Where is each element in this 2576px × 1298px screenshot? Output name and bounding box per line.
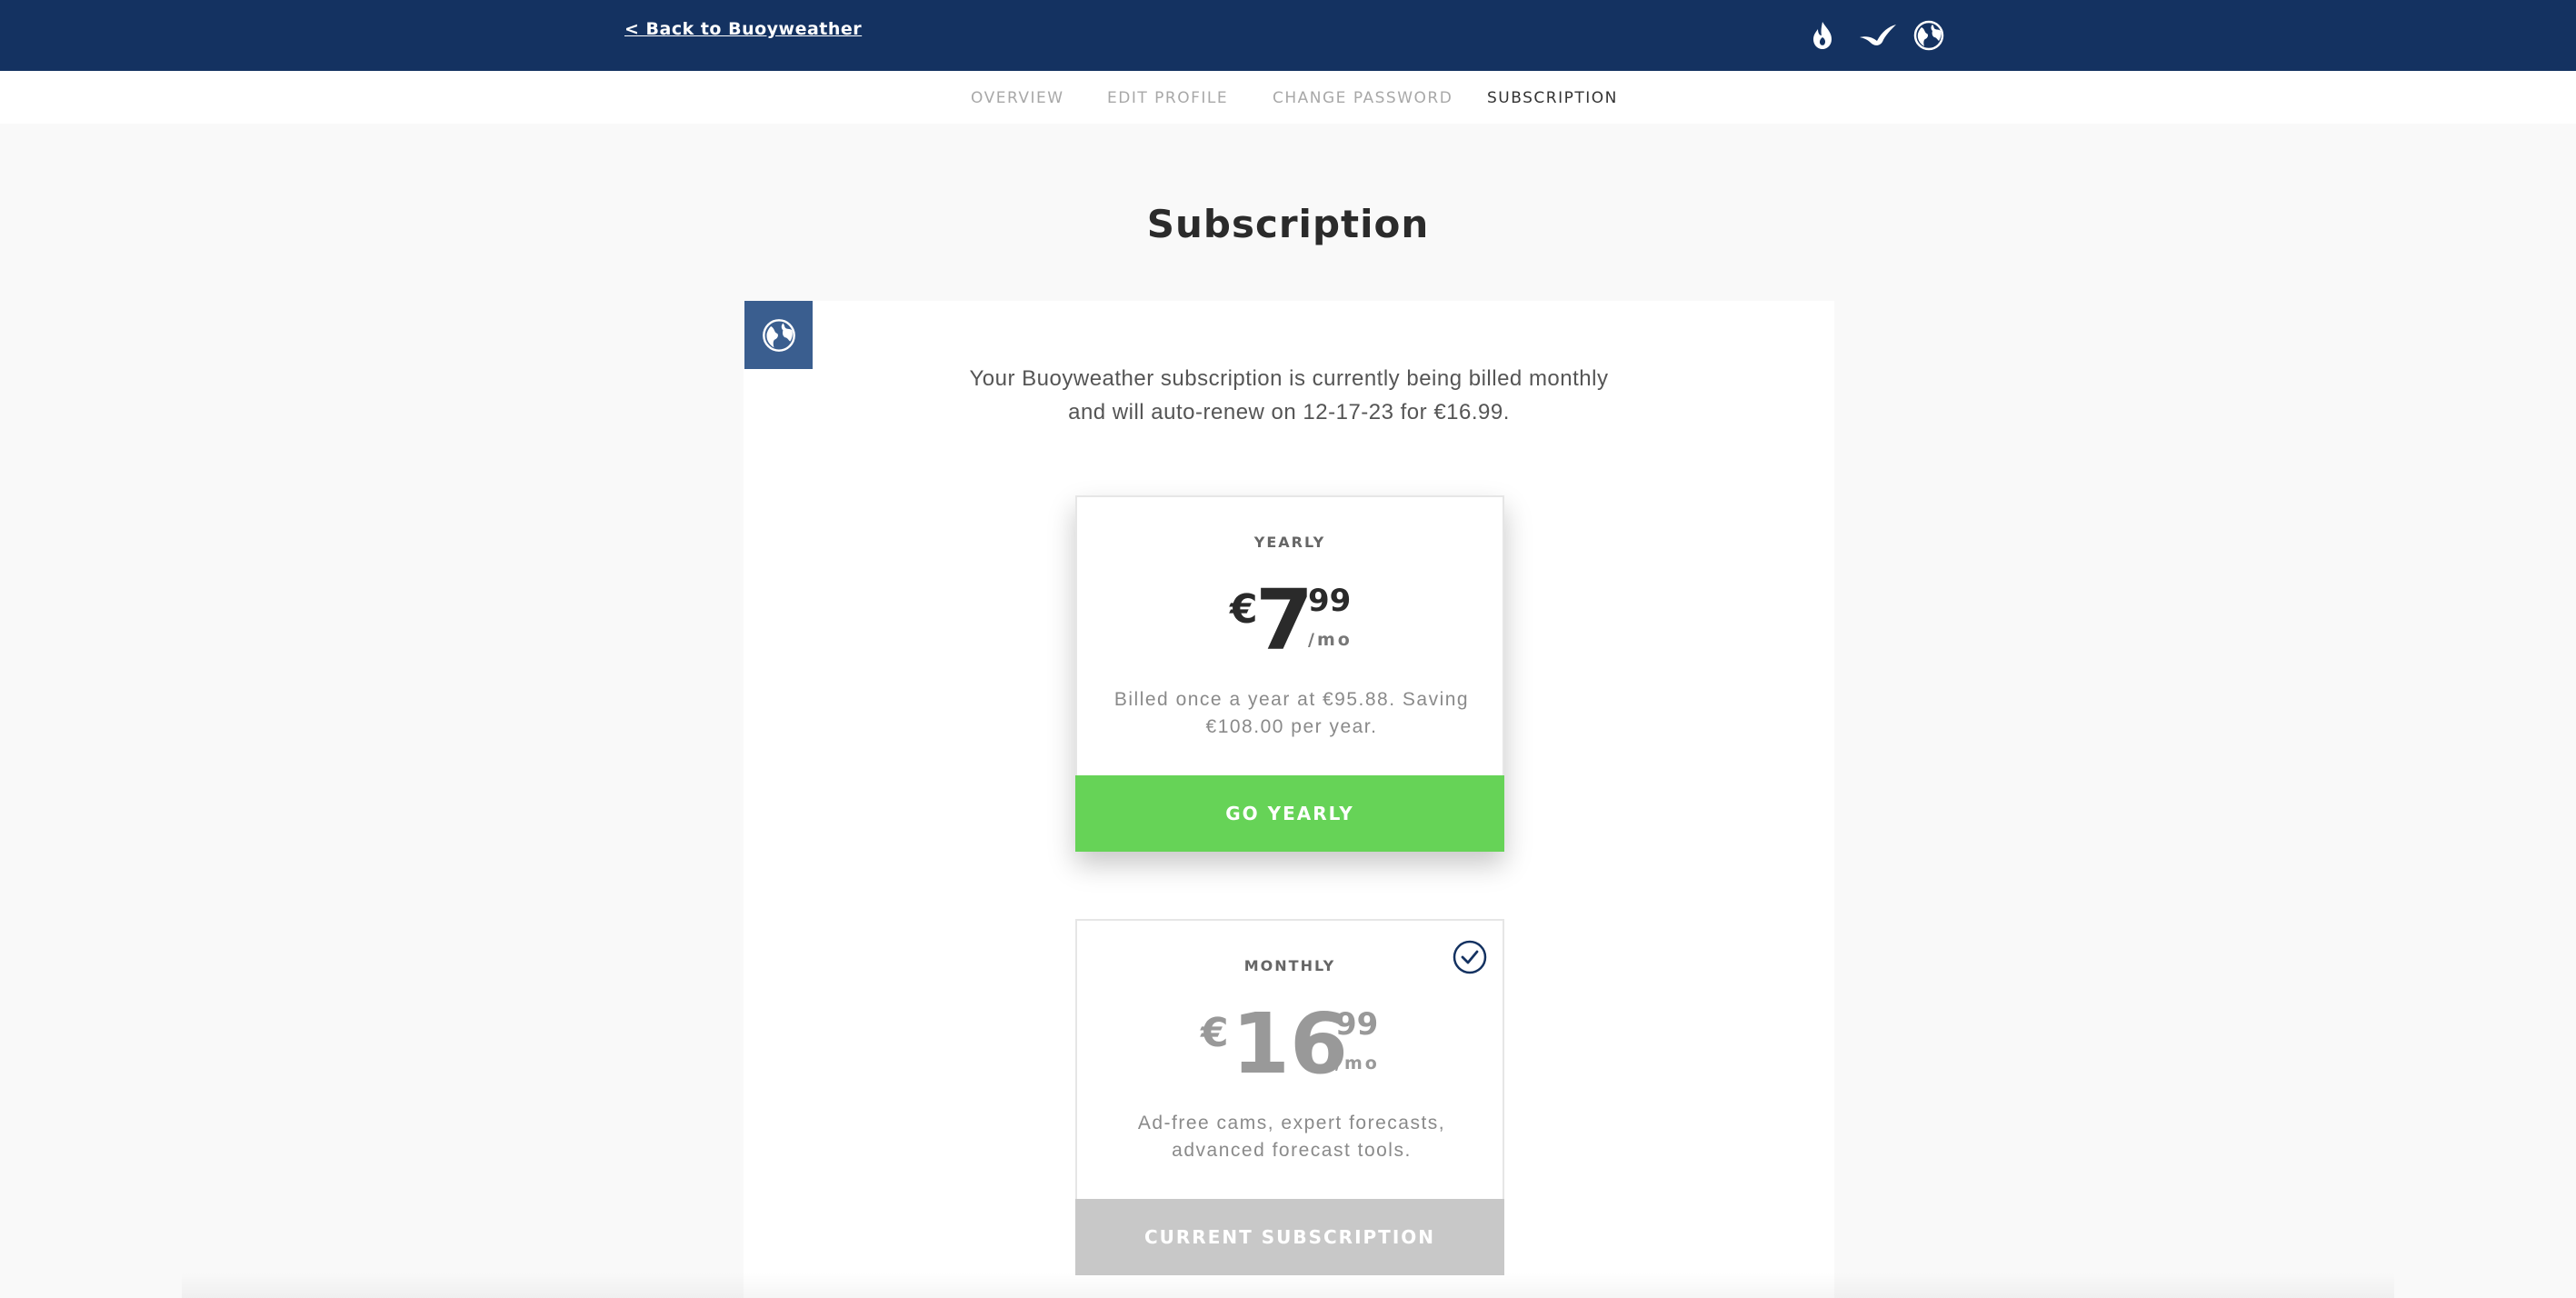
check-circle-icon bbox=[1453, 940, 1487, 974]
plan-label: YEARLY bbox=[1253, 534, 1326, 551]
plan-description: Ad-free cams, expert forecasts, advanced… bbox=[1137, 1113, 1446, 1161]
current-subscription-button[interactable]: CURRENT SUBSCRIPTION bbox=[1075, 1199, 1504, 1275]
price-cents: 99 bbox=[1308, 583, 1352, 619]
back-to-buoyweather-link[interactable]: < Back to Buoyweather bbox=[624, 19, 862, 39]
price-period: /mo bbox=[1335, 1053, 1380, 1073]
yearly-plan-card: YEARLY € 7 99 /mo Billed once a year at … bbox=[1075, 495, 1504, 852]
tab-edit-profile[interactable]: EDIT PROFILE bbox=[1107, 89, 1228, 107]
plan-price: € 16 99 /mo bbox=[1077, 995, 1503, 1093]
tab-overview[interactable]: OVERVIEW bbox=[971, 89, 1064, 107]
plan-price: € 7 99 /mo bbox=[1077, 572, 1503, 669]
top-bar: < Back to Buoyweather bbox=[0, 0, 2576, 71]
globe-icon bbox=[744, 301, 813, 369]
price-cents: 99 bbox=[1335, 1006, 1379, 1043]
tab-change-password[interactable]: CHANGE PASSWORD bbox=[1273, 89, 1453, 107]
price-integer: 16 bbox=[1232, 995, 1349, 1093]
go-yearly-button[interactable]: GO YEARLY bbox=[1075, 775, 1504, 852]
globe-icon[interactable] bbox=[1912, 18, 1946, 53]
price-currency: € bbox=[1230, 586, 1258, 633]
price-integer: 7 bbox=[1255, 572, 1314, 669]
plan-label: MONTHLY bbox=[1243, 957, 1336, 974]
billing-status-text: Your Buoyweather subscription is current… bbox=[969, 366, 1609, 424]
page-title: Subscription bbox=[1146, 202, 1430, 246]
monthly-plan-card: MONTHLY € 16 99 /mo Ad-free cams, expert… bbox=[1075, 919, 1504, 1275]
tab-subscription[interactable]: SUBSCRIPTION bbox=[1487, 89, 1618, 107]
flame-icon[interactable] bbox=[1805, 18, 1840, 53]
plan-description: Billed once a year at €95.88. Saving €10… bbox=[1113, 689, 1470, 737]
bird-icon[interactable] bbox=[1858, 18, 1898, 53]
bottom-fade bbox=[182, 1273, 2394, 1298]
price-currency: € bbox=[1201, 1010, 1229, 1056]
price-period: /mo bbox=[1308, 630, 1353, 650]
